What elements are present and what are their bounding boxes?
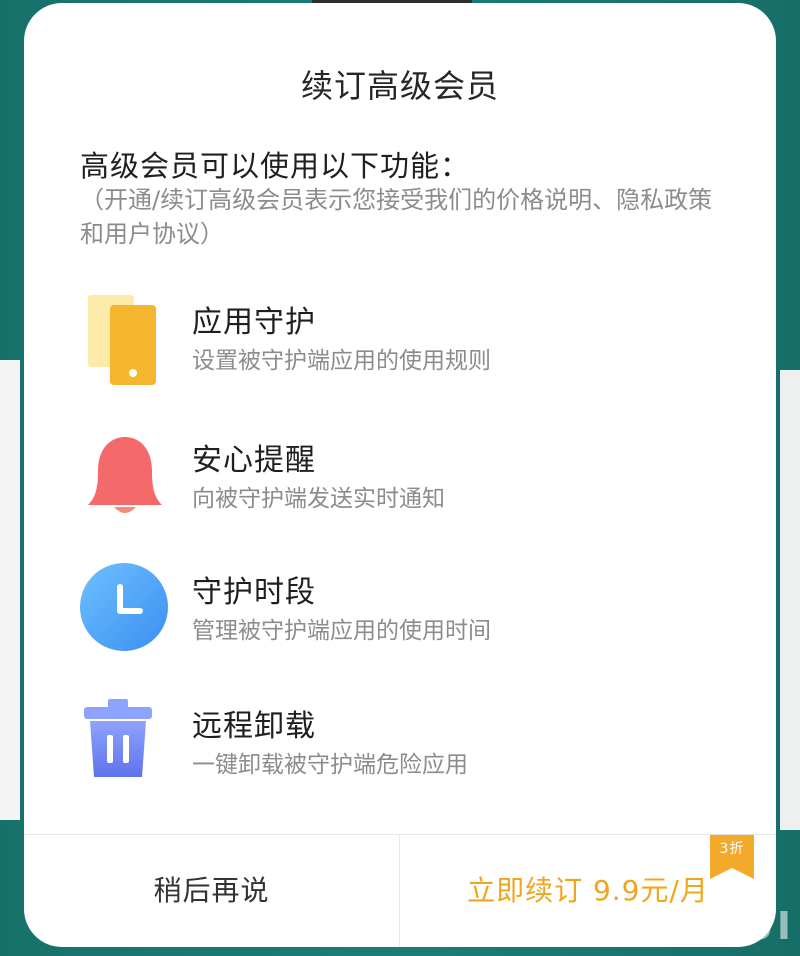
feature-guard-period: 守护时段 管理被守护端应用的使用时间 [80, 563, 720, 659]
feature-desc: 一键卸载被守护端危险应用 [192, 752, 468, 778]
feature-remote-uninstall: 远程卸载 一键卸载被守护端危险应用 [80, 697, 720, 793]
feature-desc: 管理被守护端应用的使用时间 [192, 618, 491, 644]
intro-title: 高级会员可以使用以下功能： [80, 149, 471, 183]
feature-app-guard: 应用守护 设置被守护端应用的使用规则 [80, 293, 720, 389]
feature-name: 应用守护 [192, 305, 316, 340]
later-button[interactable]: 稍后再说 [24, 835, 399, 947]
bell-icon [80, 431, 170, 527]
feature-reminder: 安心提醒 向被守护端发送实时通知 [80, 431, 720, 527]
background-card-right [780, 370, 800, 830]
feature-desc: 向被守护端发送实时通知 [192, 486, 445, 512]
renew-button-label: 立即续订 9.9元/月 [467, 874, 709, 907]
clock-icon [80, 563, 170, 659]
feature-name: 安心提醒 [192, 443, 316, 478]
feature-desc: 设置被守护端应用的使用规则 [192, 348, 491, 374]
renew-membership-dialog: 续订高级会员 高级会员可以使用以下功能： （开通/续订高级会员表示您接受我们的价… [24, 3, 776, 947]
intro-note: （开通/续订高级会员表示您接受我们的价格说明、隐私政策和用户协议） [80, 186, 713, 248]
dialog-footer: 稍后再说 立即续订 9.9元/月 3折 [24, 834, 776, 947]
discount-badge: 3折 [710, 835, 754, 879]
background-card-left [0, 360, 20, 820]
dialog-title: 续订高级会员 [300, 67, 499, 105]
feature-name: 远程卸载 [192, 709, 316, 744]
trash-icon [80, 697, 170, 793]
feature-name: 守护时段 [192, 575, 316, 610]
phone-icon [80, 293, 170, 389]
miui-watermark: MIUI [685, 904, 794, 948]
